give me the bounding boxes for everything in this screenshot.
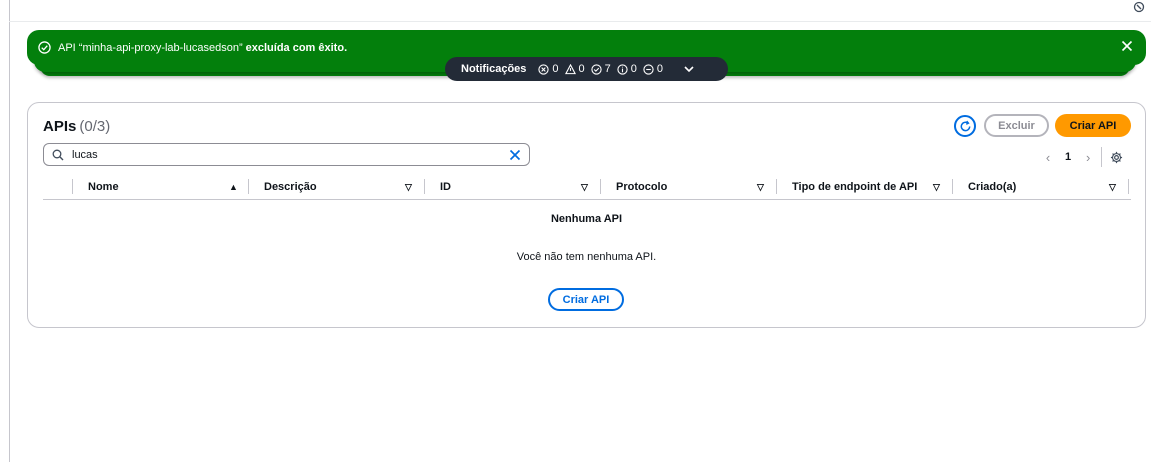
- column-header-created[interactable]: Criado(a) ▽: [952, 179, 1128, 195]
- info-count: 0: [617, 63, 637, 75]
- column-header-id[interactable]: ID ▽: [424, 179, 600, 195]
- create-api-button[interactable]: Criar API: [1055, 114, 1131, 137]
- flash-message-text: API “minha-api-proxy-lab-lucasedson”: [58, 41, 243, 54]
- error-icon: [538, 63, 550, 75]
- column-header-endpoint-type[interactable]: Tipo de endpoint de API ▽: [776, 179, 952, 195]
- prev-page-icon[interactable]: ‹: [1041, 150, 1055, 165]
- sort-icon: ▽: [405, 182, 412, 192]
- sort-icon: ▽: [1109, 182, 1116, 192]
- chevron-down-icon[interactable]: [683, 63, 695, 75]
- close-icon[interactable]: [1121, 40, 1134, 53]
- progress-icon: [643, 63, 654, 75]
- page-title: APIs (0/3): [43, 118, 111, 135]
- apis-table-container: APIs(0/3) Excluir Criar API ‹ 1 › Nome ▲…: [27, 102, 1146, 328]
- clear-search-icon[interactable]: [509, 149, 521, 161]
- sort-ascending-icon: ▲: [229, 182, 238, 192]
- column-header-name[interactable]: Nome ▲: [72, 179, 248, 195]
- settings-corner-icon[interactable]: [1133, 0, 1145, 13]
- search-icon: [52, 149, 64, 161]
- column-header-description[interactable]: Descrição ▽: [248, 179, 424, 195]
- column-end-divider: [1128, 179, 1131, 195]
- column-header-protocol[interactable]: Protocolo ▽: [600, 179, 776, 195]
- gear-icon[interactable]: [1110, 151, 1123, 164]
- table-header: Nome ▲ Descrição ▽ ID ▽ Protocolo ▽ Tipo…: [43, 175, 1131, 200]
- progress-count: 0: [643, 63, 663, 75]
- flash-message-strong: excluída com êxito.: [245, 41, 348, 54]
- warning-icon: [564, 63, 576, 74]
- notifications-bar[interactable]: Notificações 0 0 7 0 0: [445, 57, 728, 81]
- search-input[interactable]: [72, 148, 492, 161]
- sort-icon: ▽: [757, 182, 764, 192]
- info-icon: [617, 63, 628, 75]
- selected-count: (0/3): [79, 118, 111, 135]
- current-page[interactable]: 1: [1065, 151, 1071, 163]
- success-icon: [591, 63, 602, 75]
- refresh-icon: [960, 120, 970, 131]
- empty-state-title: Nenhuma API: [550, 213, 623, 225]
- success-count: 7: [591, 63, 611, 75]
- next-page-icon[interactable]: ›: [1081, 150, 1095, 165]
- pagination-divider: [1101, 147, 1103, 167]
- error-count: 0: [538, 63, 559, 75]
- sort-icon: ▽: [933, 182, 940, 192]
- warning-count: 0: [564, 63, 585, 75]
- empty-state-message: Você não tem nenhuma API.: [516, 251, 657, 263]
- sort-icon: ▽: [581, 182, 588, 192]
- empty-state-create-api-button[interactable]: Criar API: [548, 288, 624, 311]
- search-field[interactable]: [43, 143, 530, 166]
- success-check-icon: [38, 41, 51, 54]
- left-divider: [9, 0, 10, 462]
- pagination: ‹ 1 ›: [1041, 147, 1123, 167]
- notifications-label: Notificações: [461, 63, 527, 75]
- top-divider: [9, 21, 1151, 22]
- refresh-button[interactable]: [954, 115, 976, 137]
- delete-button[interactable]: Excluir: [984, 114, 1049, 137]
